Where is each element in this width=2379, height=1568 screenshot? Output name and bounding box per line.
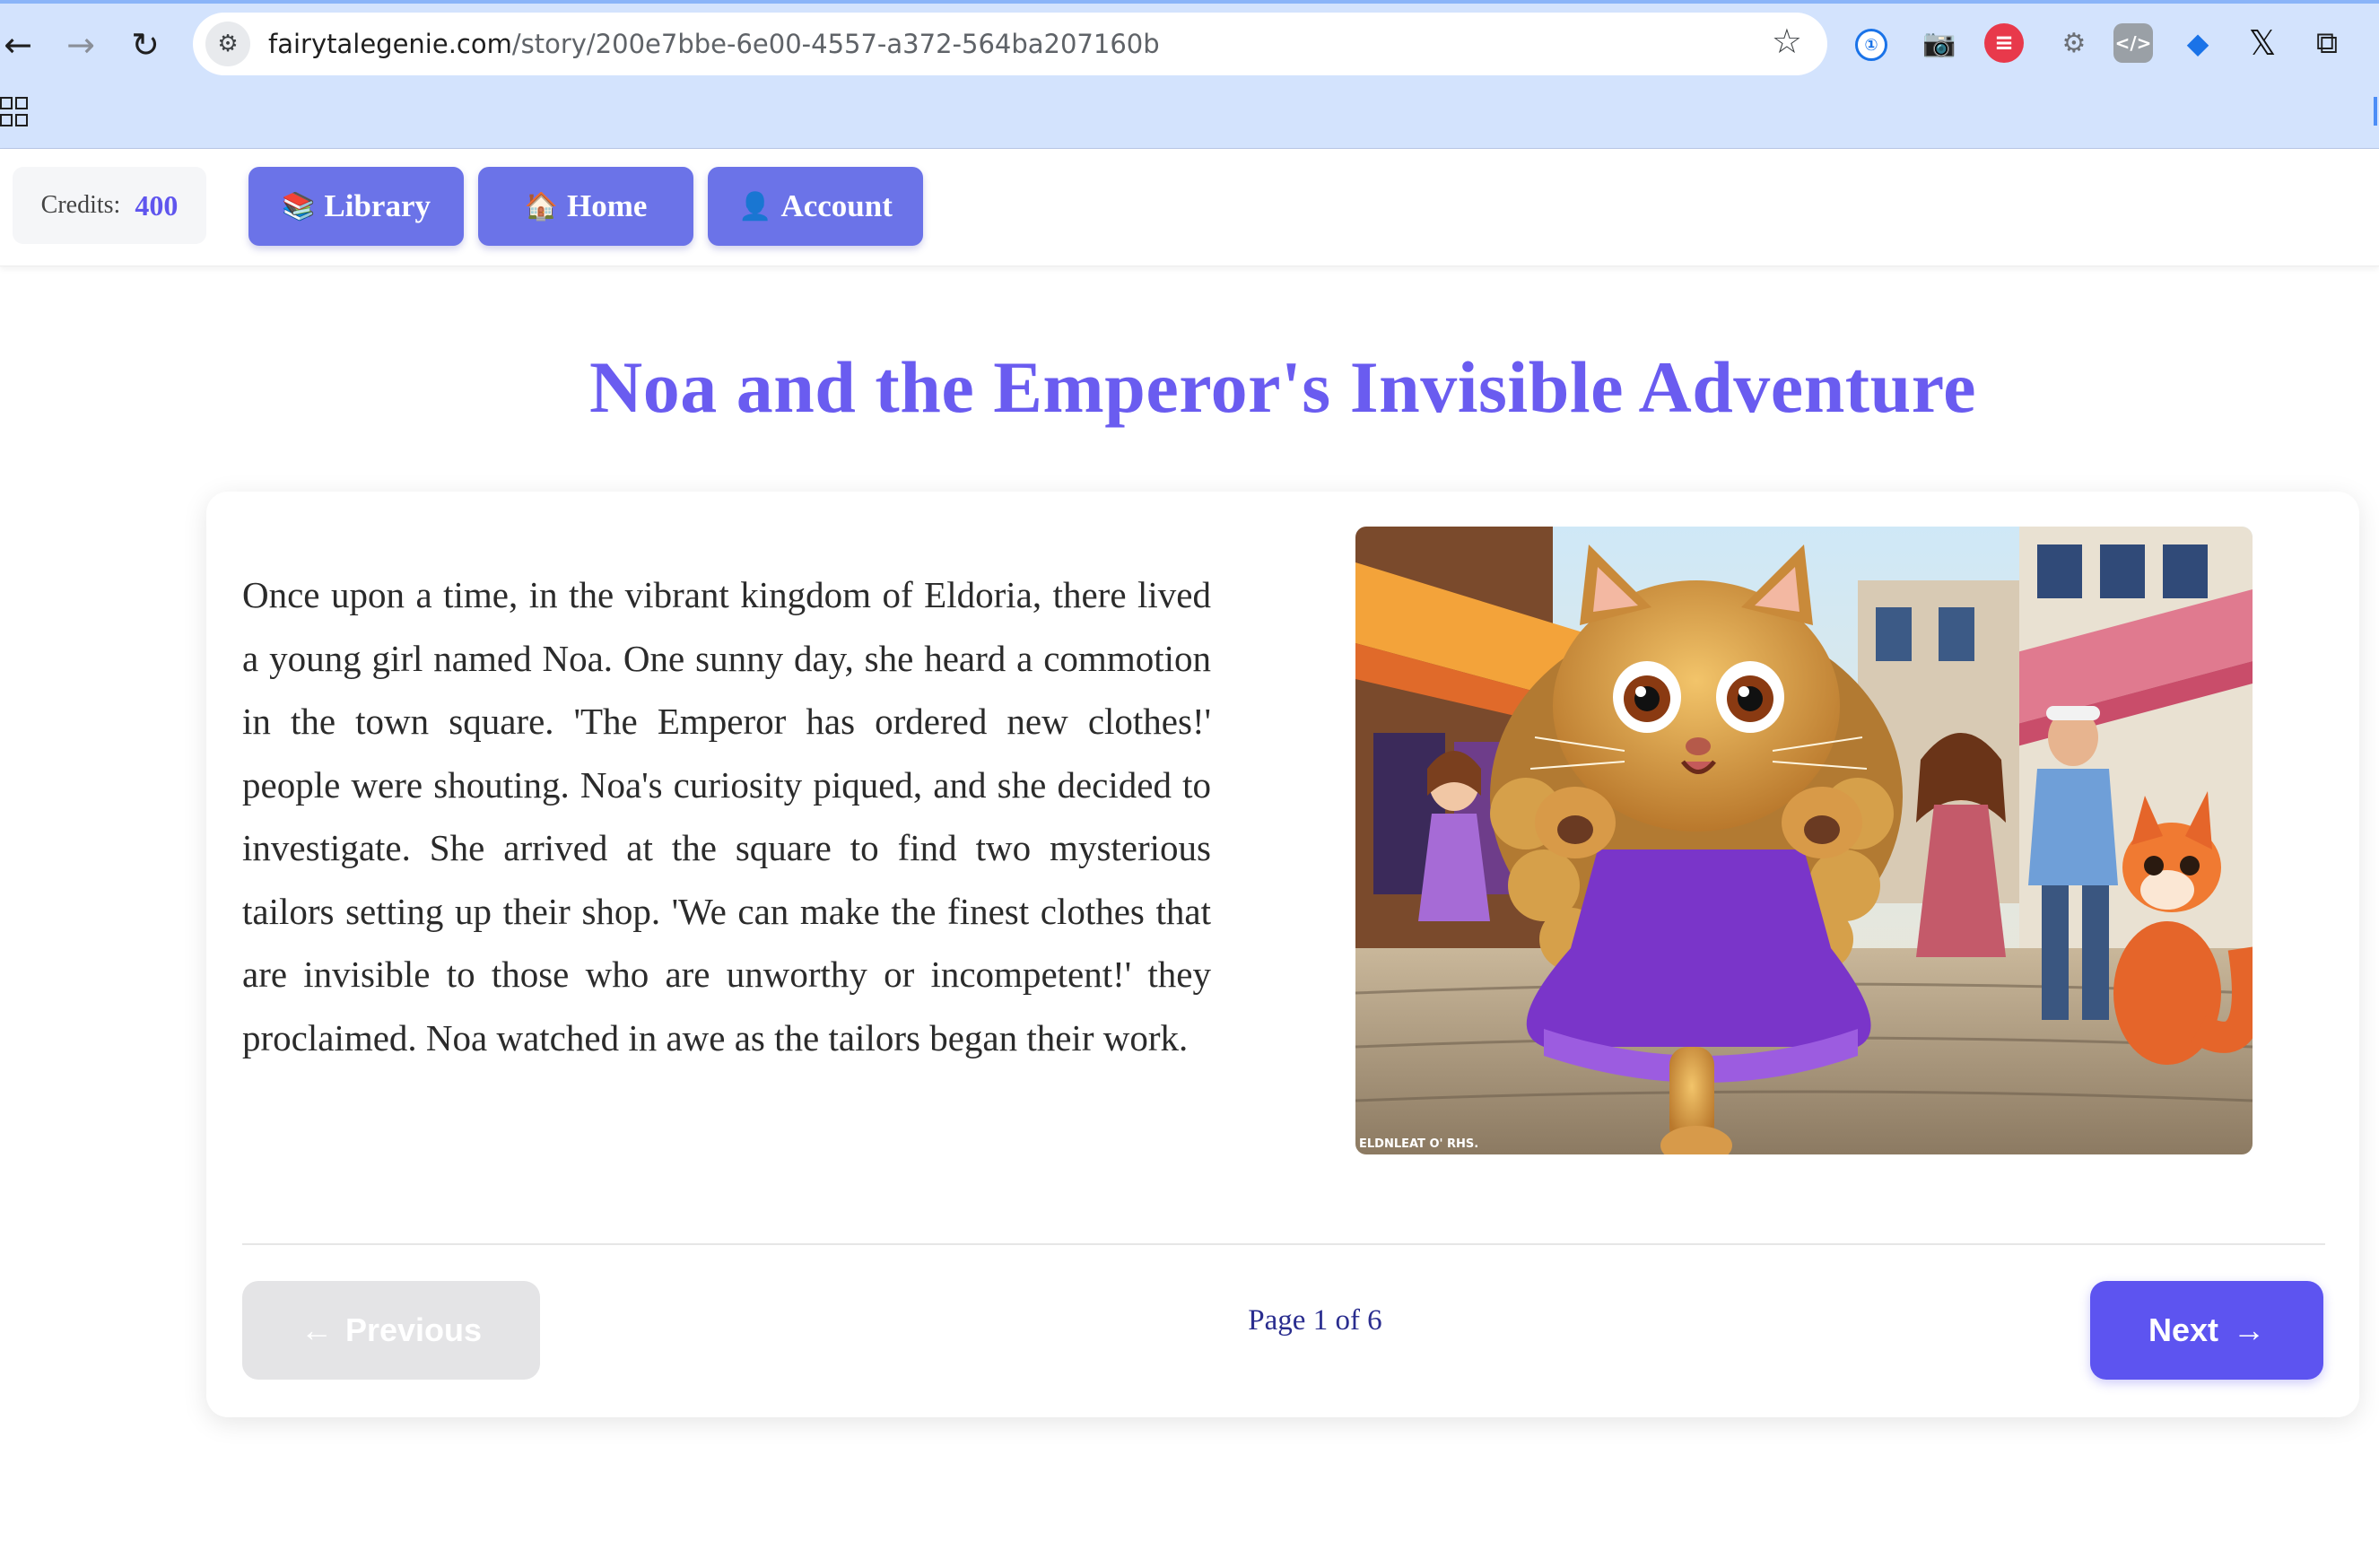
left-arrow-icon: ← bbox=[300, 1311, 333, 1348]
password-manager-icon[interactable]: ① bbox=[1855, 29, 1887, 61]
bookmarks-bar-edge bbox=[2374, 97, 2377, 126]
account-button-label: Account bbox=[780, 188, 893, 223]
house-icon: 🏠 bbox=[524, 190, 558, 222]
previous-button[interactable]: ← Previous bbox=[242, 1281, 540, 1380]
apps-grid-icon[interactable] bbox=[0, 97, 28, 126]
browser-chrome: ← → ↻ ⚙ fairytalegenie.com/story/200e7bb… bbox=[0, 0, 2379, 149]
home-button-label: Home bbox=[566, 188, 648, 223]
cat-in-purple-dress-image: ELDNLEAT O' RHS. bbox=[1355, 527, 2253, 1154]
pager-divider bbox=[242, 1243, 2325, 1245]
credits-display: Credits: 400 bbox=[13, 167, 206, 244]
app-header: Credits: 400 📚 Library 🏠 Home 👤 Account bbox=[0, 149, 2379, 266]
credits-value: 400 bbox=[135, 188, 179, 222]
story-card: Once upon a time, in the vibrant kingdom… bbox=[206, 492, 2359, 1417]
url-text[interactable]: fairytalegenie.com/story/200e7bbe-6e00-4… bbox=[268, 29, 1160, 59]
reload-icon[interactable]: ↻ bbox=[118, 18, 172, 72]
home-button[interactable]: 🏠 Home bbox=[478, 167, 693, 246]
library-button[interactable]: 📚 Library bbox=[248, 167, 464, 246]
image-caption: ELDNLEAT O' RHS. bbox=[1359, 1137, 1478, 1151]
x-logo-icon[interactable]: 𝕏 bbox=[2243, 23, 2282, 63]
credits-label: Credits: bbox=[40, 191, 121, 219]
story-title: Noa and the Emperor's Invisible Adventur… bbox=[588, 346, 1977, 428]
user-icon: 👤 bbox=[738, 190, 772, 222]
library-button-label: Library bbox=[324, 188, 431, 223]
previous-button-label: Previous bbox=[344, 1311, 483, 1348]
url-domain: fairytalegenie.com bbox=[268, 29, 512, 59]
site-info-icon[interactable]: ⚙ bbox=[205, 22, 250, 66]
next-button[interactable]: Next → bbox=[2090, 1281, 2323, 1380]
tab-strip-edge bbox=[0, 0, 2379, 4]
url-path: /story/200e7bbe-6e00-4557-a372-564ba2071… bbox=[511, 29, 1160, 59]
address-bar[interactable]: ⚙ fairytalegenie.com/story/200e7bbe-6e00… bbox=[193, 13, 1827, 75]
story-text: Once upon a time, in the vibrant kingdom… bbox=[242, 574, 1211, 1058]
next-button-label: Next bbox=[2148, 1311, 2219, 1348]
back-arrow-icon[interactable]: ← bbox=[0, 18, 45, 72]
right-arrow-icon: → bbox=[2233, 1311, 2266, 1348]
tag-icon[interactable]: ◆ bbox=[2178, 23, 2218, 63]
bookmark-star-icon[interactable]: ☆ bbox=[1772, 22, 1802, 61]
extensions-icon[interactable]: ⧉ bbox=[2307, 23, 2347, 63]
forward-arrow-icon[interactable]: → bbox=[54, 18, 108, 72]
page-indicator: Page 1 of 6 bbox=[1248, 1304, 1382, 1337]
code-icon[interactable]: </> bbox=[2113, 23, 2153, 63]
account-button[interactable]: 👤 Account bbox=[708, 167, 923, 246]
camera-icon[interactable]: 📷 bbox=[1920, 23, 1959, 63]
puzzle-badge-icon[interactable]: ⚙ bbox=[2054, 23, 2094, 63]
books-icon: 📚 bbox=[282, 190, 316, 222]
red-extension-icon[interactable]: ≡ bbox=[1984, 23, 2024, 63]
story-illustration: ELDNLEAT O' RHS. bbox=[1355, 527, 2253, 1154]
